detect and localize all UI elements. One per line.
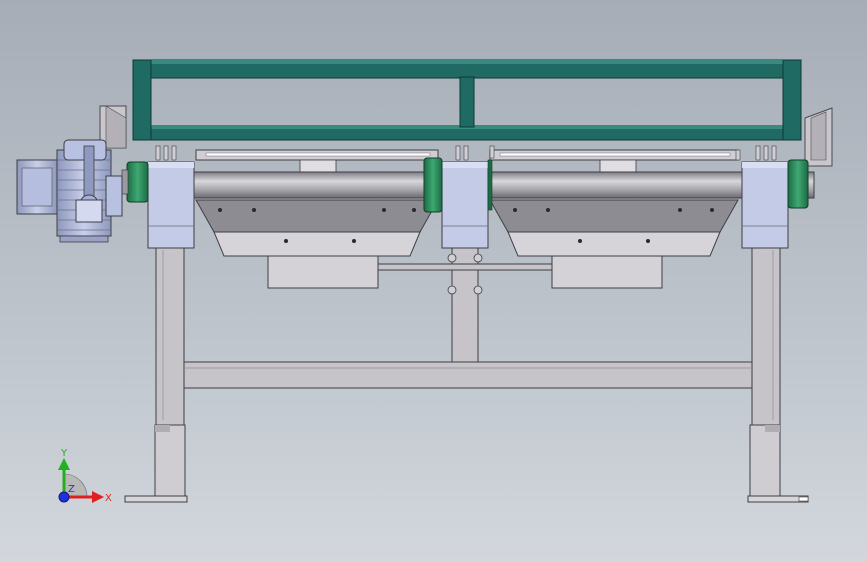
right-side-guard <box>804 107 833 167</box>
upper-guard-frame[interactable] <box>132 59 802 141</box>
x-axis-arrowhead <box>92 491 104 503</box>
left-coupling[interactable] <box>121 161 149 203</box>
center-coupling-right[interactable] <box>487 159 493 211</box>
z-axis-label: Z <box>68 484 75 495</box>
left-bearing-block[interactable] <box>147 161 195 249</box>
center-coupling-left[interactable] <box>423 157 443 213</box>
right-bearing-block[interactable] <box>741 161 789 249</box>
y-axis-arrowhead <box>58 458 70 470</box>
x-axis-label: X <box>105 493 112 504</box>
support-stand[interactable] <box>124 245 809 503</box>
coordinate-triad: Y X Z <box>58 448 112 504</box>
y-axis-label: Y <box>60 448 68 459</box>
right-coupling[interactable] <box>787 159 809 209</box>
center-bearing-block[interactable] <box>441 161 489 249</box>
left-roller-shaft[interactable] <box>193 171 425 199</box>
conveyor-assembly-model[interactable]: Y X Z <box>0 0 867 562</box>
right-roller-shaft[interactable] <box>487 171 743 199</box>
gear-motor[interactable] <box>16 139 123 243</box>
cad-viewport[interactable]: Y X Z <box>0 0 867 562</box>
